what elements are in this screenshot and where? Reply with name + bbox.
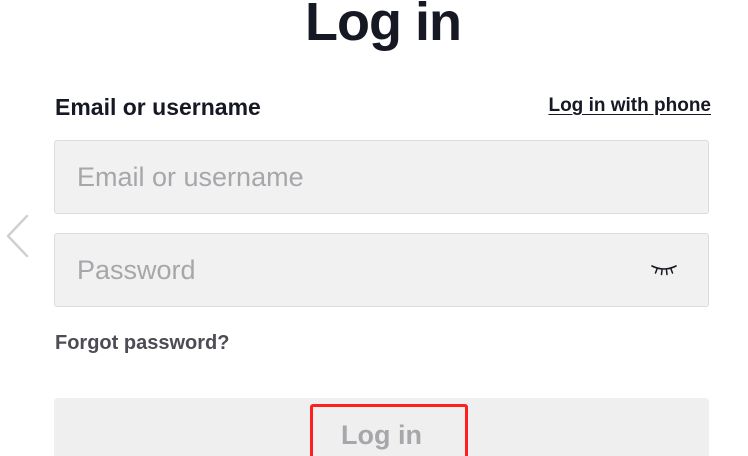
login-with-phone-link[interactable]: Log in with phone	[548, 95, 711, 117]
page-title: Log in	[305, 0, 462, 52]
email-input[interactable]	[55, 141, 708, 213]
chevron-left-icon	[6, 214, 29, 258]
login-button[interactable]: Log in	[54, 398, 709, 456]
password-input[interactable]	[55, 234, 708, 306]
email-field-container	[54, 140, 709, 214]
password-field-container	[54, 233, 709, 307]
email-label: Email or username	[55, 94, 261, 120]
login-page: Log in Email or username Log in with pho…	[0, 0, 748, 456]
forgot-password-link[interactable]: Forgot password?	[55, 332, 229, 355]
back-button[interactable]	[2, 212, 32, 260]
password-visibility-toggle[interactable]	[650, 262, 678, 278]
login-button-label: Log in	[341, 420, 422, 450]
eye-closed-icon	[651, 265, 677, 276]
